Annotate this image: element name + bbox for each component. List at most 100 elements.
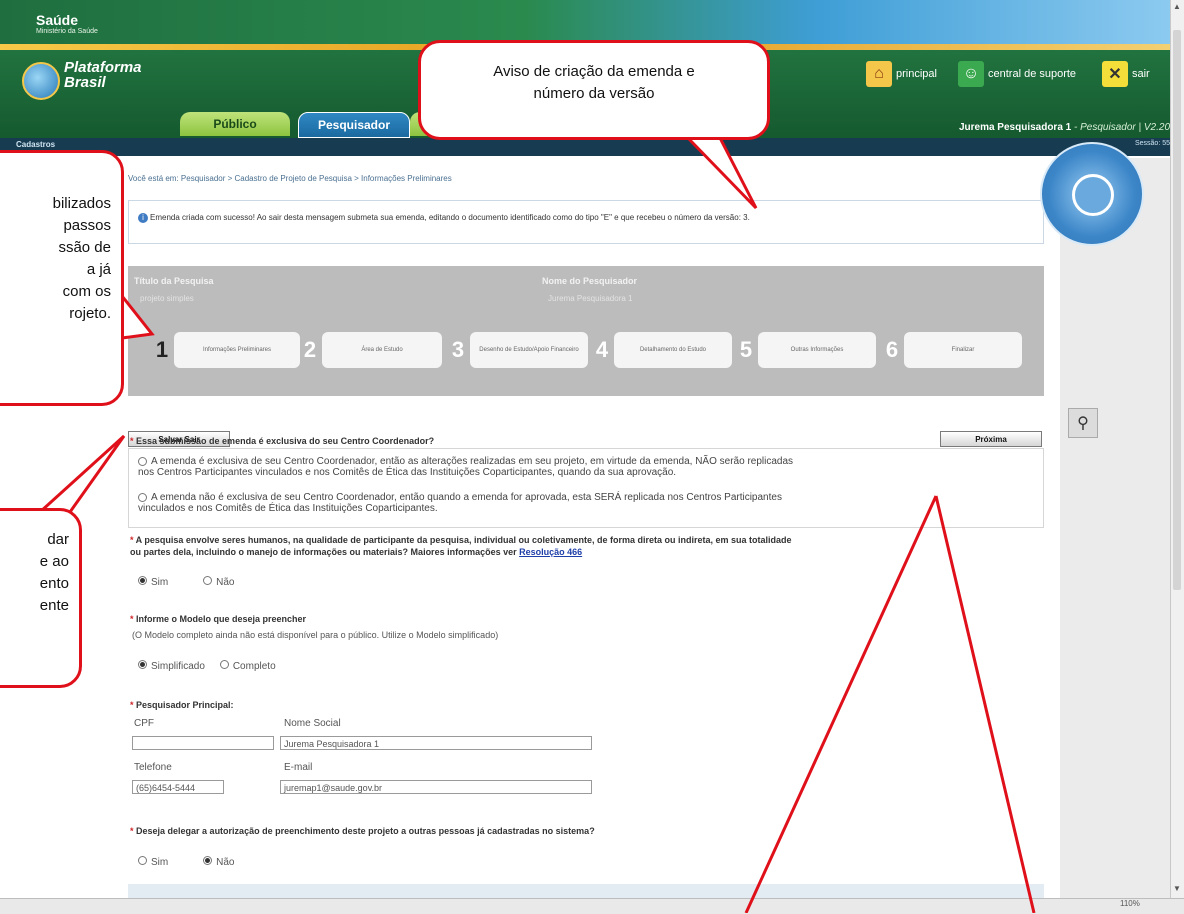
q2-label: * A pesquisa envolve seres humanos, na q…	[130, 535, 792, 557]
scroll-thumb[interactable]	[1173, 30, 1181, 590]
principal-link[interactable]: ⌂ principal	[866, 60, 937, 88]
project-summary-bar	[128, 266, 1044, 314]
title-value: projeto simples	[140, 294, 194, 303]
q1-radio-1[interactable]	[138, 456, 147, 466]
callout-left-line5: com os	[62, 283, 111, 300]
callout-top-line1: Aviso de criação da emenda e	[493, 63, 695, 80]
researcher-label: Nome do Pesquisador	[542, 276, 638, 286]
step-2[interactable]: Área de Estudo	[322, 332, 442, 368]
zoom-level[interactable]: 110%	[1120, 899, 1140, 908]
q5-radio-nao[interactable]	[203, 856, 213, 866]
step-5-number: 5	[739, 337, 753, 362]
cpf-input[interactable]	[132, 736, 274, 750]
bottom-strip	[128, 884, 1044, 898]
cpf-label: CPF	[134, 718, 154, 729]
scroll-down-arrow-icon[interactable]: ▼	[1172, 884, 1182, 894]
callout-left-line2: passos	[63, 217, 111, 234]
q4-label: * Pesquisador Principal:	[130, 700, 234, 710]
q5-nao-label: Não	[216, 857, 235, 868]
close-icon: ✕	[1102, 61, 1128, 87]
q1-option-2[interactable]: A emenda não é exclusiva de seu Centro C…	[138, 492, 1038, 514]
scroll-up-arrow-icon[interactable]: ▲	[1172, 2, 1182, 12]
plataforma-brasil-logo-icon[interactable]	[22, 62, 60, 100]
step-6-number: 6	[885, 337, 899, 362]
q1-radio-2[interactable]	[138, 492, 147, 502]
q2-radio-sim[interactable]	[138, 576, 147, 586]
logo-line-2: Brasil	[64, 74, 106, 91]
next-button[interactable]: Próxima	[940, 431, 1042, 447]
q5-text: Deseja delegar a autorização de preenchi…	[136, 826, 595, 836]
nome-social-input[interactable]: Jurema Pesquisadora 1	[280, 736, 592, 750]
callout-left2-pointer	[36, 434, 126, 514]
nav-bar	[0, 138, 1170, 156]
callout-left-line6: rojeto.	[69, 305, 111, 322]
step-1[interactable]: Informações Preliminares	[174, 332, 300, 368]
seal-swirl-icon	[1072, 174, 1114, 216]
researcher-value: Jurema Pesquisadora 1	[548, 294, 633, 303]
callout-left2-line1: dar	[47, 531, 69, 548]
q3-note: (O Modelo completo ainda não está dispon…	[132, 630, 499, 640]
q1-option-2-line2: vinculados e nos Comitês de Ética das In…	[138, 503, 438, 514]
telefone-label: Telefone	[134, 762, 172, 773]
q1-label: * Essa submissão de emenda é exclusiva d…	[130, 436, 435, 446]
email-label: E-mail	[284, 762, 313, 773]
q1-option-1[interactable]: A emenda é exclusiva de seu Centro Coord…	[138, 456, 1038, 478]
plataforma-brasil-logo[interactable]: Plataforma Brasil	[64, 60, 144, 90]
step-5[interactable]: Outras Informações	[758, 332, 876, 368]
nav-cadastros[interactable]: Cadastros	[16, 140, 55, 149]
callout-left2-line4: ente	[39, 597, 69, 614]
resolucao-466-link[interactable]: Resolução 466	[519, 547, 582, 557]
tab-publico[interactable]: Público	[180, 112, 290, 136]
nome-social-label: Nome Social	[284, 718, 341, 729]
breadcrumb: Você está em: Pesquisador > Cadastro de …	[128, 174, 452, 183]
sair-link[interactable]: ✕ sair	[1102, 60, 1150, 88]
q3-options: Simplificado Completo	[138, 656, 276, 674]
principal-label: principal	[896, 68, 937, 80]
saude-logo-text: Saúde	[36, 12, 79, 28]
logo-line-1: Plataforma	[64, 59, 142, 76]
q3-simplificado-label: Simplificado	[151, 661, 205, 672]
tab-pesquisador[interactable]: Pesquisador	[298, 112, 410, 138]
q2-radio-nao[interactable]	[203, 576, 213, 586]
q3-label: * Informe o Modelo que deseja preencher	[130, 614, 307, 624]
support-icon: ☺	[958, 61, 984, 87]
success-message-box	[128, 200, 1044, 244]
step-2-number: 2	[303, 337, 317, 362]
user-name: Jurema Pesquisadora 1	[958, 122, 1072, 133]
ministerio-text: Ministério da Saúde	[36, 28, 98, 35]
q5-sim-label: Sim	[151, 857, 169, 868]
step-4-number: 4	[595, 337, 609, 362]
telefone-input[interactable]: (65)6454-5444	[132, 780, 224, 794]
step-6[interactable]: Finalizar	[904, 332, 1022, 368]
callout-save-exit: dar e ao ento ente	[0, 508, 82, 688]
callout-left-line4: a já	[86, 261, 111, 278]
q4-text: Pesquisador Principal:	[136, 700, 234, 710]
step-1-number: 1	[155, 337, 169, 362]
q5-radio-sim[interactable]	[138, 856, 147, 866]
q1-option-1-line2: nos Centros Participantes vinculados e n…	[138, 467, 677, 478]
callout-top-line2: número da versão	[533, 85, 655, 102]
home-icon: ⌂	[866, 61, 892, 87]
email-input[interactable]: juremap1@saude.gov.br	[280, 780, 592, 794]
right-panel	[1060, 158, 1170, 898]
central-suporte-link[interactable]: ☺ central de suporte	[958, 60, 1076, 88]
sair-label: sair	[1132, 68, 1150, 80]
q1-option-1-line1: A emenda é exclusiva de seu Centro Coord…	[151, 456, 794, 467]
callout-left-line1: bilizados	[52, 195, 111, 212]
q3-completo-label: Completo	[232, 661, 276, 672]
callout-left2-line3: ento	[39, 575, 69, 592]
callout-emenda-aviso: Aviso de criação da emenda e número da v…	[418, 40, 770, 140]
q2-text-line2: ou partes dela, incluindo o manejo de in…	[130, 547, 520, 557]
step-4[interactable]: Detalhamento do Estudo	[614, 332, 732, 368]
q3-radio-completo[interactable]	[219, 660, 229, 670]
magnifier-icon[interactable]: ⚲	[1068, 408, 1098, 438]
step-3[interactable]: Desenho de Estudo/Apoio Financeiro	[470, 332, 588, 368]
q2-options: Sim Não	[138, 572, 235, 590]
browser-status-bar	[0, 898, 1184, 914]
q3-radio-simplificado[interactable]	[138, 660, 147, 670]
callout-left-line3: ssão de	[58, 239, 111, 256]
q1-option-2-line1: A emenda não é exclusiva de seu Centro C…	[151, 492, 782, 503]
info-icon: i	[138, 213, 148, 223]
q1-text: Essa submissão de emenda é exclusiva do …	[136, 436, 435, 446]
callout-left2-line2: e ao	[39, 553, 69, 570]
